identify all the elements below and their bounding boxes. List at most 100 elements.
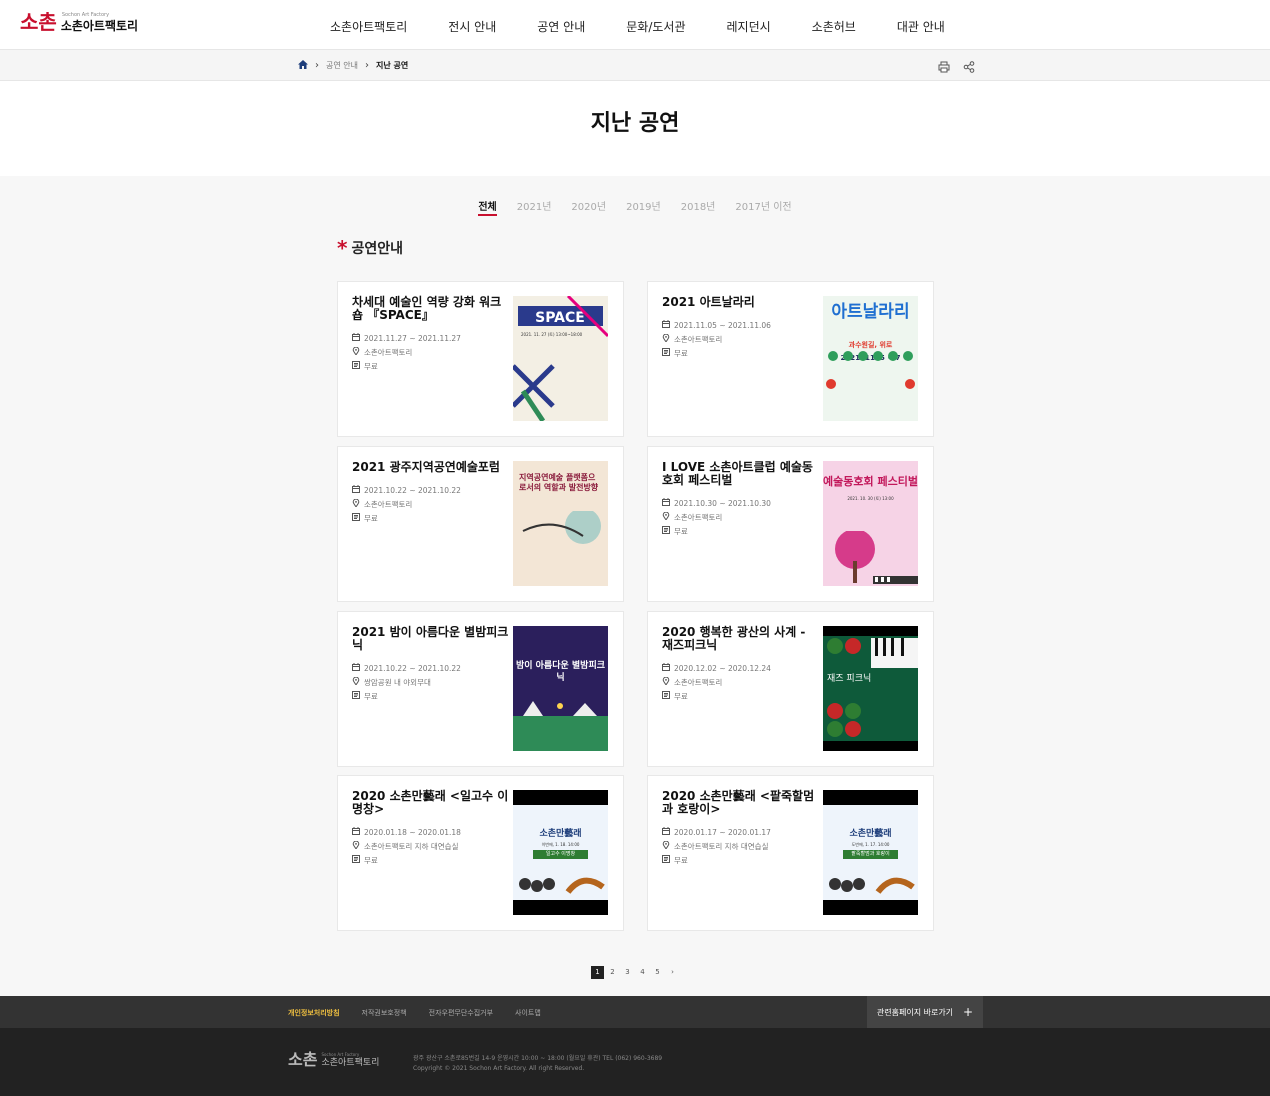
footer-link-email[interactable]: 전자우편무단수집거부: [429, 1008, 493, 1018]
next-page-icon[interactable]: ›: [666, 966, 679, 979]
page-2[interactable]: 2: [606, 966, 619, 979]
year-tabs: 전체 2021년 2020년 2019년 2018년 2017년 이전: [0, 198, 1270, 216]
tab-2019[interactable]: 2019년: [626, 198, 661, 216]
fee-icon: [662, 854, 670, 868]
nav-item-exhibition[interactable]: 전시 안내: [448, 18, 496, 35]
event-poster[interactable]: 예술동호회 페스티벌 2021. 10. 30 (토) 13:00: [823, 461, 918, 586]
breadcrumb-parent[interactable]: 공연 안내: [326, 60, 358, 71]
event-card[interactable]: 2021 밤이 아름다운 별밤피크닉 2021.10.22 ~ 2021.10.2…: [337, 611, 624, 767]
chevron-right-icon: ›: [315, 60, 319, 71]
nav-item-residency[interactable]: 레지던시: [727, 18, 771, 35]
event-date: 2021.10.22 ~ 2021.10.22: [364, 664, 461, 673]
tab-2021[interactable]: 2021년: [517, 198, 552, 216]
footer-logo-subtitle: Sochon Art Factory: [321, 1051, 360, 1057]
event-place: 소촌아트팩토리: [674, 513, 723, 522]
event-date: 2020.12.02 ~ 2020.12.24: [674, 664, 771, 673]
footer-logo-name: 소촌아트팩토리: [321, 1057, 380, 1068]
event-title[interactable]: 차세대 예술인 역량 강화 워크숍 『SPACE』: [352, 296, 509, 322]
event-place: 소촌아트팩토리 지하 대연습실: [674, 842, 769, 851]
tab-2018[interactable]: 2018년: [681, 198, 716, 216]
event-meta: 2021.10.30 ~ 2021.10.30 소촌아트팩토리 무료: [662, 497, 822, 539]
breadcrumb: › 공연 안내 › 지난 공연: [298, 60, 408, 71]
event-card[interactable]: 2021 아트날라리 2021.11.05 ~ 2021.11.06 소촌아트팩토리…: [647, 281, 934, 437]
section-heading: * 공연안내: [337, 238, 403, 258]
share-icon[interactable]: [963, 58, 975, 77]
footer-link-copyright[interactable]: 저작권보호정책: [362, 1008, 407, 1018]
nav-item-rental[interactable]: 대관 안내: [897, 18, 945, 35]
nav-item-library[interactable]: 문화/도서관: [626, 18, 685, 35]
print-icon[interactable]: [938, 58, 950, 77]
event-fee: 무료: [364, 514, 378, 523]
fee-icon: [352, 512, 360, 526]
copyright-text: Copyright © 2021 Sochon Art Factory. All…: [413, 1065, 585, 1072]
event-title[interactable]: 2021 밤이 아름다운 별밤피크닉: [352, 626, 509, 652]
related-sites-label: 관련홈페이지 바로가기: [876, 1007, 954, 1017]
event-card[interactable]: I LOVE 소촌아트클럽 예술동호회 페스티벌 2021.10.30 ~ 202…: [647, 446, 934, 602]
nav-item-performance[interactable]: 공연 안내: [537, 18, 585, 35]
event-card[interactable]: 2020 소촌만藝래 <일고수 이명창> 2020.01.18 ~ 2020.01…: [337, 775, 624, 931]
event-card[interactable]: 차세대 예술인 역량 강화 워크숍 『SPACE』 2021.11.27 ~ 20…: [337, 281, 624, 437]
event-meta: 2020.01.18 ~ 2020.01.18 소촌아트팩토리 지하 대연습실 무료: [352, 826, 512, 868]
event-date: 2020.01.17 ~ 2020.01.17: [674, 828, 771, 837]
event-card[interactable]: 2021 광주지역공연예술포럼 2021.10.22 ~ 2021.10.22 소촌…: [337, 446, 624, 602]
site-header: 소촌 Sochon Art Factory 소촌아트팩토리 소촌아트팩토리 전시…: [0, 0, 1270, 50]
event-card[interactable]: 2020 행복한 광산의 사계 - 재즈피크닉 2020.12.02 ~ 2020…: [647, 611, 934, 767]
related-sites-button[interactable]: 관련홈페이지 바로가기 +: [867, 996, 983, 1028]
fee-icon: [352, 690, 360, 704]
event-poster[interactable]: 재즈 피크닉: [823, 626, 918, 751]
event-title[interactable]: I LOVE 소촌아트클럽 예술동호회 페스티벌: [662, 461, 819, 487]
event-date: 2021.11.27 ~ 2021.11.27: [364, 334, 461, 343]
event-card[interactable]: 2020 소촌만藝래 <팥죽할멈과 호랑이> 2020.01.17 ~ 2020.…: [647, 775, 934, 931]
event-poster[interactable]: 지역공연예술 플랫폼으로서의 역할과 발전방향: [513, 461, 608, 586]
footer-logo: 소촌 Sochon Art Factory 소촌아트팩토리: [288, 1052, 379, 1068]
event-poster[interactable]: 아트날라리 과수원길, 위로 2021. 11. 5 ~ 7: [823, 296, 918, 421]
nav-item-sochon[interactable]: 소촌아트팩토리: [330, 18, 407, 35]
location-pin-icon: [662, 511, 670, 525]
poster-date: 2021. 11. 27 (토) 13:00~18:00: [521, 332, 583, 337]
tab-all[interactable]: 전체: [478, 198, 497, 216]
home-icon[interactable]: [298, 60, 308, 71]
event-fee: 무료: [364, 692, 378, 701]
event-place: 소촌아트팩토리: [674, 678, 723, 687]
event-title[interactable]: 2021 아트날라리: [662, 296, 819, 309]
event-title[interactable]: 2021 광주지역공연예술포럼: [352, 461, 509, 474]
poster-title: 소촌만藝래: [539, 829, 582, 839]
event-poster[interactable]: 소촌만藝래 이번에, 1. 18. 14:00 일고수 이명창: [513, 790, 608, 915]
page-1[interactable]: 1: [591, 966, 604, 979]
tab-2020[interactable]: 2020년: [571, 198, 606, 216]
page-5[interactable]: 5: [651, 966, 664, 979]
tab-before-2017[interactable]: 2017년 이전: [735, 198, 791, 216]
event-fee: 무료: [674, 856, 688, 865]
event-title[interactable]: 2020 행복한 광산의 사계 - 재즈피크닉: [662, 626, 819, 652]
event-meta: 2021.11.05 ~ 2021.11.06 소촌아트팩토리 무료: [662, 319, 822, 361]
fee-icon: [352, 854, 360, 868]
chevron-right-icon: ›: [364, 60, 369, 71]
poster-title: SPACE: [535, 310, 585, 326]
pagination: 1 2 3 4 5 ›: [591, 966, 679, 979]
page-4[interactable]: 4: [636, 966, 649, 979]
poster-title: 예술동호회 페스티벌: [823, 475, 918, 488]
fee-icon: [662, 347, 670, 361]
event-poster[interactable]: 소촌만藝래 도번에, 1. 17. 14:00 팥죽할멈과 호랑이: [823, 790, 918, 915]
poster-subtitle: 일고수 이명창: [533, 850, 588, 859]
poster-date: 2021. 10. 30 (토) 13:00: [847, 496, 894, 501]
footer-link-privacy[interactable]: 개인정보처리방침: [288, 1008, 340, 1018]
logo-name: 소촌아트팩토리: [60, 18, 139, 33]
footer-link-sitemap[interactable]: 사이트맵: [515, 1008, 541, 1018]
footer-logo-mark: 소촌: [288, 1050, 318, 1069]
event-title[interactable]: 2020 소촌만藝래 <일고수 이명창>: [352, 790, 509, 816]
footer-address: 광주 광산구 소촌로85번길 14-9 운영시간 10:00 ~ 18:00 (…: [413, 1054, 662, 1074]
event-fee: 무료: [364, 362, 378, 371]
event-place: 쌍암공원 내 야외무대: [364, 678, 431, 687]
event-poster[interactable]: SPACE 2021. 11. 27 (토) 13:00~18:00: [513, 296, 608, 421]
nav-item-hub[interactable]: 소촌허브: [812, 18, 856, 35]
fee-icon: [662, 690, 670, 704]
site-logo[interactable]: 소촌 Sochon Art Factory 소촌아트팩토리: [20, 12, 138, 32]
page-title-zone: 지난 공연: [0, 81, 1270, 176]
event-title[interactable]: 2020 소촌만藝래 <팥죽할멈과 호랑이>: [662, 790, 819, 816]
event-place: 소촌아트팩토리: [674, 335, 723, 344]
page-3[interactable]: 3: [621, 966, 634, 979]
event-poster[interactable]: 밤이 아름다운 별밤피크닉: [513, 626, 608, 751]
plus-icon: +: [963, 1005, 974, 1019]
location-pin-icon: [662, 840, 670, 854]
